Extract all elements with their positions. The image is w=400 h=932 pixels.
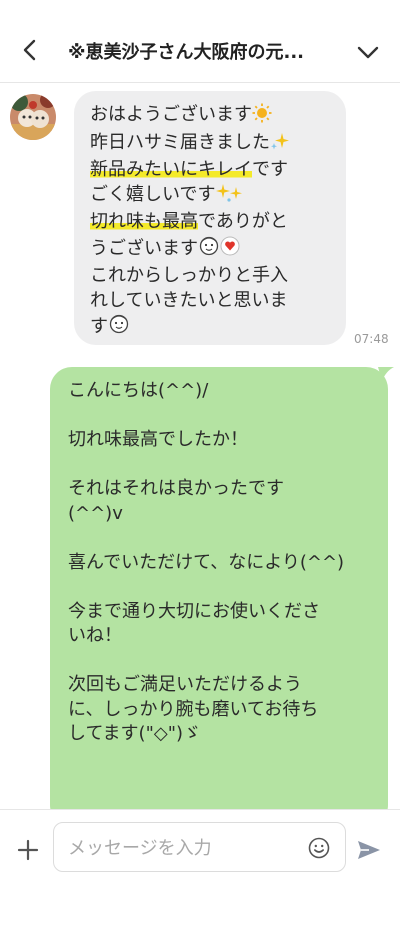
- message-line: れしていきたいと思いま: [90, 289, 288, 311]
- back-button[interactable]: [14, 34, 46, 66]
- smiley-icon: [308, 837, 330, 859]
- chat-title: ※恵美沙子さん大阪府の元...: [68, 42, 305, 63]
- message-input-bar: [0, 809, 400, 888]
- message-line: 昨日ハサミ届きました: [90, 131, 338, 159]
- message-line: 切れ味最高でしたか！: [68, 429, 248, 450]
- chat-menu-button[interactable]: [354, 38, 382, 66]
- message-line: 喜んでいただけて、なにより(^^): [68, 551, 345, 573]
- outgoing-message-bubble[interactable]: こんにちは(^^)/ 切れ味最高でしたか！ それはそれは良かったです (^^)v…: [50, 367, 388, 809]
- sun-emoji: [252, 103, 272, 131]
- bottom-spacer: [0, 887, 400, 932]
- message-line: す: [90, 313, 338, 343]
- message-line: に、しっかり腕も磨いてお待ち: [68, 698, 319, 720]
- message-line: 切れ味も最高でありがと: [90, 211, 288, 232]
- message-line: これからしっかりと手入: [90, 265, 288, 286]
- chat-header: ※恵美沙子さん大阪府の元...: [0, 0, 400, 83]
- highlighted-text: 切れ味も最高: [90, 211, 198, 232]
- incoming-message-bubble[interactable]: おはようございます 昨日ハサミ届きました 新品みたいにキレイです ごく嬉しいです…: [74, 91, 346, 345]
- highlighted-text: 新品みたいにキレイ: [90, 159, 252, 180]
- sparkles-emoji: [270, 131, 290, 159]
- chevron-left-icon: [23, 39, 36, 61]
- sparkles-emoji: [215, 183, 245, 211]
- bubble-tail: [378, 367, 394, 381]
- message-line: (^^)v: [68, 502, 123, 524]
- message-input[interactable]: [66, 823, 300, 873]
- chevron-down-icon: [357, 46, 379, 59]
- plus-icon: [17, 839, 39, 861]
- message-line: うございます: [90, 235, 338, 265]
- face-heart-emoji: [198, 235, 242, 265]
- face-emoji: [108, 313, 130, 343]
- avatar-photo: [10, 94, 56, 140]
- message-input-box[interactable]: [53, 822, 346, 873]
- avatar[interactable]: [10, 94, 56, 140]
- message-line: それはそれは良かったです: [68, 478, 284, 499]
- send-button[interactable]: [356, 838, 382, 862]
- message-line: いね！: [68, 625, 122, 646]
- plus-button[interactable]: [14, 836, 42, 864]
- message-line: 次回もご満足いただけるよう: [68, 674, 302, 695]
- send-icon: [358, 841, 380, 859]
- message-line: 今まで通り大切にお使いくださ: [68, 600, 320, 622]
- message-line: 新品みたいにキレイです: [90, 159, 288, 180]
- message-timestamp: 07:48: [354, 332, 389, 346]
- message-list[interactable]: おはようございます 昨日ハサミ届きました 新品みたいにキレイです ごく嬉しいです…: [0, 83, 400, 809]
- message-line: おはようございます: [90, 103, 338, 131]
- message-line: してます("◇")ゞ: [68, 723, 202, 744]
- emoji-button[interactable]: [307, 836, 331, 860]
- message-line: ごく嬉しいです: [90, 183, 338, 211]
- message-line: こんにちは(^^)/: [68, 380, 209, 401]
